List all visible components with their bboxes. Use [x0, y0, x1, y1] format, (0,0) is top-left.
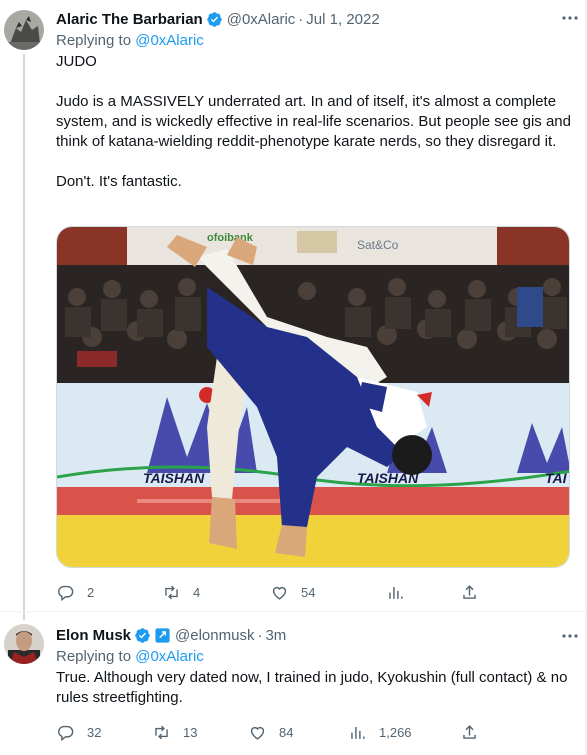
- tweet-actions: 32 13 84 1,266: [56, 720, 506, 744]
- replying-to: Replying to @0xAlaric: [56, 646, 573, 668]
- tweet-text: JUDO Judo is a MASSIVELY underrated art.…: [56, 52, 573, 192]
- separator-dot: ·: [257, 626, 263, 644]
- tweet-alaric[interactable]: Alaric The Barbarian @0xAlaric · Jul 1, …: [0, 0, 587, 612]
- replying-prefix: Replying to: [56, 32, 132, 49]
- retweet-action[interactable]: 4: [162, 580, 200, 604]
- retweet-count: 13: [183, 724, 198, 740]
- tweet-paragraph: Judo is a MASSIVELY underrated art. In a…: [56, 93, 571, 150]
- views-icon: [389, 586, 403, 599]
- like-action[interactable]: 54: [270, 580, 315, 604]
- reply-icon: [58, 725, 74, 741]
- like-icon: [250, 726, 265, 740]
- handle[interactable]: @0xAlaric: [227, 11, 296, 28]
- replying-mention-link[interactable]: @0xAlaric: [135, 32, 204, 49]
- more-icon[interactable]: [559, 628, 581, 644]
- views-icon: [351, 726, 365, 739]
- tweet-paragraph: JUDO: [56, 53, 97, 70]
- views-action[interactable]: 1,266: [348, 720, 412, 744]
- views-action[interactable]: [386, 580, 405, 604]
- share-icon: [463, 724, 476, 739]
- like-icon: [272, 586, 287, 600]
- government-badge-icon: [155, 627, 170, 643]
- reply-count: 32: [87, 724, 102, 740]
- tweet-text: True. Although very dated now, I trained…: [56, 668, 573, 708]
- reply-action[interactable]: 2: [56, 580, 94, 604]
- share-icon: [463, 584, 476, 599]
- judo-photo-illustration: ofoibank Sat&Co TAISHAN TAISHAN TAI: [57, 227, 569, 567]
- replying-to: Replying to @0xAlaric: [56, 30, 573, 52]
- views-count: 1,266: [379, 724, 412, 740]
- tweet-header: Alaric The Barbarian @0xAlaric · Jul 1, …: [56, 8, 573, 30]
- tweet-actions: 2 4 54: [56, 580, 506, 604]
- separator-dot: ·: [298, 10, 304, 28]
- more-icon[interactable]: [559, 10, 581, 26]
- tweet-elon[interactable]: Elon Musk @elonmusk · 3m Replying to @0x…: [0, 612, 587, 755]
- avatar-elon[interactable]: [4, 624, 44, 664]
- retweet-action[interactable]: 13: [152, 720, 197, 744]
- banner-sponsor-right: Sat&Co: [357, 238, 399, 252]
- share-action[interactable]: [460, 580, 479, 604]
- share-action[interactable]: [460, 720, 479, 744]
- tweet-photo[interactable]: ofoibank Sat&Co TAISHAN TAISHAN TAI: [56, 226, 570, 568]
- display-name[interactable]: Elon Musk: [56, 627, 131, 644]
- like-count: 54: [301, 584, 316, 600]
- like-count: 84: [279, 724, 294, 740]
- tweet-paragraph: True. Although very dated now, I trained…: [56, 669, 568, 706]
- retweet-count: 4: [193, 584, 201, 600]
- reply-count: 2: [87, 584, 95, 600]
- tweet-paragraph: Don't. It's fantastic.: [56, 173, 182, 190]
- retweet-icon: [155, 725, 168, 739]
- timestamp[interactable]: Jul 1, 2022: [306, 11, 379, 28]
- avatar-alaric[interactable]: [4, 10, 44, 50]
- reply-action[interactable]: 32: [56, 720, 101, 744]
- board-text-3: TAI: [545, 470, 568, 486]
- reply-icon: [58, 585, 74, 601]
- retweet-icon: [165, 585, 178, 599]
- tweet-header: Elon Musk @elonmusk · 3m: [56, 624, 573, 646]
- display-name[interactable]: Alaric The Barbarian: [56, 11, 203, 28]
- handle[interactable]: @elonmusk: [175, 627, 254, 644]
- replying-prefix: Replying to: [56, 648, 132, 665]
- verified-badge-icon: [135, 627, 150, 643]
- replying-mention-link[interactable]: @0xAlaric: [135, 648, 204, 665]
- timestamp[interactable]: 3m: [265, 627, 286, 644]
- verified-badge-icon: [206, 11, 222, 27]
- like-action[interactable]: 84: [248, 720, 293, 744]
- board-text-1: TAISHAN: [143, 470, 205, 486]
